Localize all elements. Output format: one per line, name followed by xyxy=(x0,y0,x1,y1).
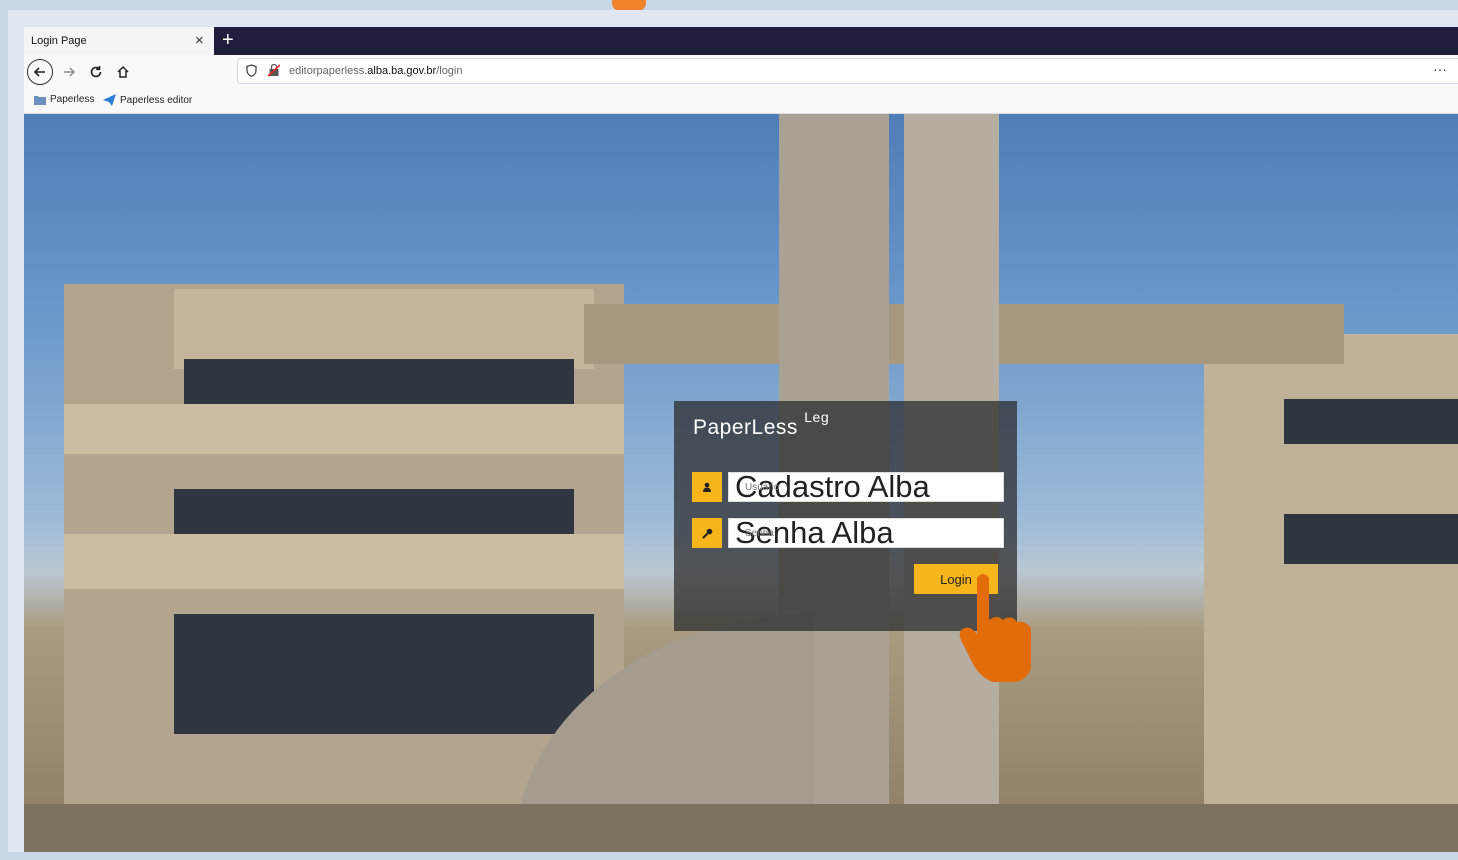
balcony-2 xyxy=(64,534,624,589)
building-roof xyxy=(174,289,594,369)
password-input[interactable] xyxy=(728,518,1004,548)
close-tab-icon[interactable]: × xyxy=(195,32,204,49)
nav-bar: editorpaperless.alba.ba.gov.br/login ··· xyxy=(24,55,1458,89)
window-row-1 xyxy=(184,359,574,404)
reload-icon xyxy=(90,66,102,78)
user-icon xyxy=(692,472,722,502)
window-row-3 xyxy=(174,614,594,734)
arrow-right-icon xyxy=(64,67,75,77)
username-input[interactable] xyxy=(728,472,1004,502)
window-row-2 xyxy=(174,489,574,534)
bookmark-label: Paperless xyxy=(50,94,95,105)
folder-icon xyxy=(34,95,46,105)
bookmarks-bar: Paperless Paperless editor xyxy=(24,89,1458,114)
home-icon xyxy=(117,65,129,78)
bookmark-paperless-editor[interactable]: Paperless editor xyxy=(103,94,192,106)
pointing-hand-icon xyxy=(959,574,1031,682)
brand-title: PaperLess Leg xyxy=(693,409,830,439)
new-tab-button[interactable]: + xyxy=(222,29,234,52)
shield-icon[interactable] xyxy=(246,64,257,77)
forward-button[interactable] xyxy=(56,59,82,85)
password-field: Senha xyxy=(692,518,1004,550)
ground xyxy=(24,804,1458,852)
tab-login-page[interactable]: Login Page × xyxy=(24,27,214,55)
tab-bar: Login Page × + xyxy=(24,27,1458,55)
home-button[interactable] xyxy=(110,59,136,85)
key-icon xyxy=(692,518,722,548)
bookmark-paperless[interactable]: Paperless xyxy=(34,94,94,105)
more-actions-icon[interactable]: ··· xyxy=(1433,61,1447,77)
balcony-1 xyxy=(64,404,624,454)
username-field: Usuário xyxy=(692,472,1004,504)
back-button[interactable] xyxy=(27,59,53,85)
tab-title: Login Page xyxy=(31,35,87,47)
url-text: editorpaperless.alba.ba.gov.br/login xyxy=(289,65,463,77)
browser-window: Login Page × + editorpaperless.alba.ba.g… xyxy=(24,27,1458,852)
bookmark-label: Paperless editor xyxy=(120,94,193,106)
login-page: PaperLess Leg Usuário Senha Login xyxy=(24,114,1458,852)
window-right-2 xyxy=(1284,514,1458,564)
reload-button[interactable] xyxy=(83,59,109,85)
window-right-1 xyxy=(1284,399,1458,444)
paper-plane-icon xyxy=(103,94,116,106)
arrow-left-icon xyxy=(33,67,45,77)
insecure-lock-icon[interactable] xyxy=(268,63,280,77)
url-bar[interactable]: editorpaperless.alba.ba.gov.br/login ··· xyxy=(237,58,1458,84)
